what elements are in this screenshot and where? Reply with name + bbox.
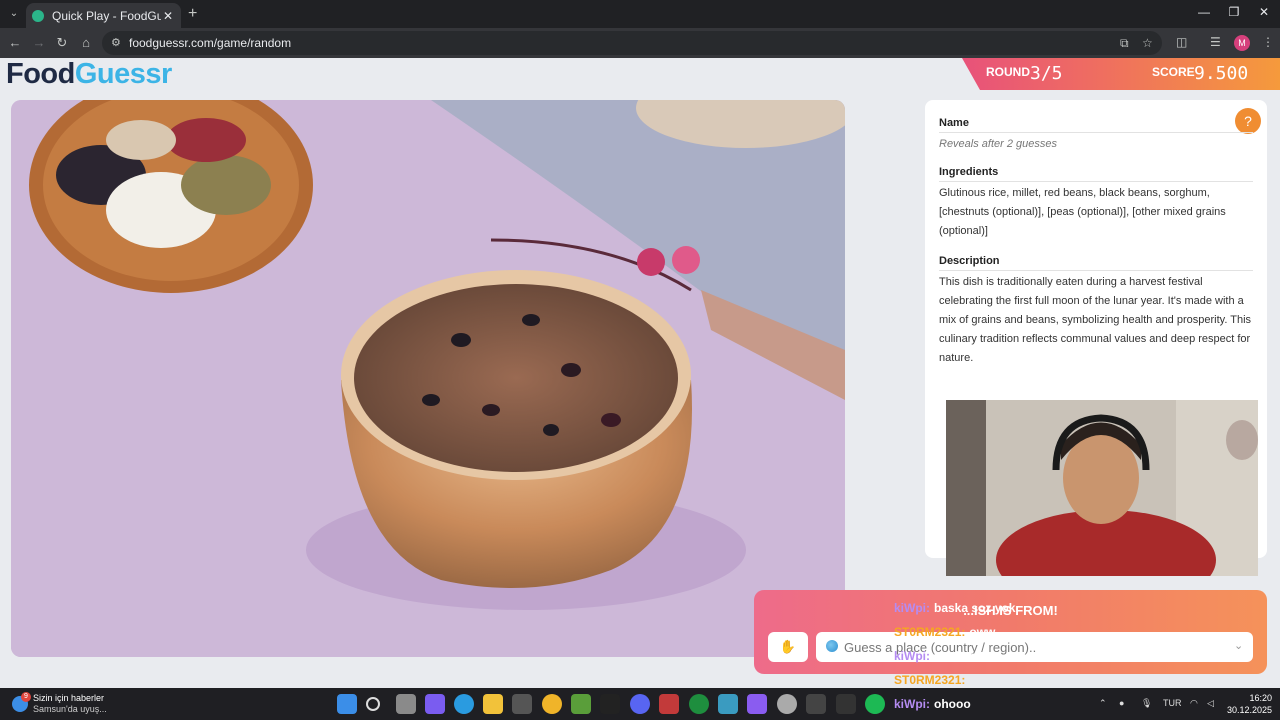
chat-message: kiWpi: israil mi	[894, 649, 979, 663]
site-info-icon[interactable]: ⚙	[111, 36, 121, 49]
help-icon[interactable]: ?	[1235, 108, 1261, 134]
chat-message: kiWpi: baska soz yok	[894, 601, 1015, 615]
news-badge: 9	[21, 692, 31, 702]
obs-icon[interactable]	[806, 694, 826, 714]
food-photo	[11, 100, 845, 657]
page-content: FoodGuessr ROUND 3/5 SCORE 9.500 ? Name …	[0, 58, 1280, 688]
description-divider	[939, 270, 1253, 271]
chat-username: ST0RM2321:	[894, 673, 966, 687]
menu-kebab-icon[interactable]: ⋮	[1262, 35, 1274, 49]
copilot-icon[interactable]	[425, 694, 445, 714]
name-title: Name	[939, 117, 969, 129]
foodguessr-favicon-icon	[32, 9, 44, 22]
guess-place-input[interactable]	[816, 632, 1253, 662]
reload-icon[interactable]: ↻	[53, 35, 71, 51]
description-title: Description	[939, 255, 1000, 267]
window-close-icon[interactable]: ✕	[1249, 5, 1279, 19]
chat-message: ST0RM2321:	[894, 673, 969, 687]
score-value: 9.500	[1194, 63, 1249, 84]
discord-icon[interactable]	[630, 694, 650, 714]
browser-tab[interactable]: Quick Play - FoodGuessr | Food ✕	[26, 3, 181, 28]
ingredients-title: Ingredients	[939, 166, 999, 178]
capcut-icon[interactable]	[600, 694, 620, 714]
app-icon[interactable]	[747, 694, 767, 714]
chrome-icon[interactable]	[542, 694, 562, 714]
chat-username: kiWpi:	[894, 697, 930, 711]
app-icon[interactable]	[777, 694, 797, 714]
tab-search-icon[interactable]: ⌄	[6, 6, 22, 22]
forward-icon[interactable]: →	[30, 35, 48, 50]
chat-text: ohooo	[934, 697, 971, 711]
omnibox[interactable]: ⚙ foodguessr.com/game/random ⧉ ☆	[102, 31, 1162, 55]
score-bar: ROUND 3/5 SCORE 9.500	[962, 58, 1280, 90]
tab-close-icon[interactable]: ✕	[161, 9, 175, 23]
round-value: 3/5	[1030, 63, 1063, 84]
description-value: This dish is traditionally eaten during …	[939, 276, 1252, 364]
chat-text: israil mi	[934, 649, 980, 663]
new-tab-icon[interactable]: +	[188, 5, 197, 23]
browser-tab-bar: ⌄ Quick Play - FoodGuessr | Food ✕ + — ❐…	[0, 0, 1280, 28]
address-toolbar: ← → ↻ ⌂ ⚙ foodguessr.com/game/random ⧉ ☆…	[0, 28, 1280, 58]
bookmark-star-icon[interactable]: ☆	[1142, 36, 1153, 50]
guess-hand-button[interactable]: ✋	[768, 632, 808, 662]
spotify-icon[interactable]	[865, 694, 885, 714]
news-title: Sizin için haberler	[33, 693, 105, 703]
search-icon[interactable]	[366, 697, 380, 711]
globe-icon	[826, 640, 838, 652]
tab-title: Quick Play - FoodGuessr | Food	[52, 8, 161, 23]
food-photo-illustration	[11, 100, 845, 657]
foodguessr-logo[interactable]: FoodGuessr	[6, 58, 172, 91]
round-label: ROUND	[986, 65, 1030, 79]
store-icon[interactable]	[512, 694, 532, 714]
restore-icon[interactable]: ❐	[1219, 5, 1249, 19]
chat-text: oww	[969, 625, 996, 639]
ingredients-divider	[939, 181, 1253, 182]
profile-avatar[interactable]: M	[1234, 35, 1250, 51]
chat-text: baska soz yok	[934, 601, 1016, 615]
score-label: SCORE	[1152, 65, 1195, 79]
clock-date: 30.12.2025	[1226, 705, 1272, 715]
name-value: Reveals after 2 guesses	[939, 138, 1058, 150]
file-explorer-icon[interactable]	[483, 694, 503, 714]
streamer-webcam-overlay	[946, 400, 1258, 576]
xbox-icon[interactable]	[689, 694, 709, 714]
app-icon[interactable]	[718, 694, 738, 714]
url-text: foodguessr.com/game/random	[129, 36, 292, 50]
tray-app-icon[interactable]: ●	[1119, 698, 1124, 708]
ingredients-value: Glutinous rice, millet, red beans, black…	[939, 187, 1226, 237]
media-icon[interactable]: ☰	[1210, 35, 1221, 49]
webcam-illustration	[946, 400, 1258, 576]
clock-time: 16:20	[1249, 693, 1272, 703]
news-subtitle: Samsun'da uyuş...	[33, 704, 107, 714]
chat-message: kiWpi: ohooo	[894, 697, 971, 711]
back-icon[interactable]: ←	[6, 35, 24, 50]
start-icon[interactable]	[337, 694, 357, 714]
app-icon[interactable]	[836, 694, 856, 714]
language-indicator[interactable]: TUR	[1163, 698, 1182, 708]
chat-username: ST0RM2321:	[894, 625, 966, 639]
minimize-icon[interactable]: —	[1189, 5, 1219, 19]
logo-part-food: Food	[6, 58, 75, 90]
chat-username: kiWpi:	[894, 649, 930, 663]
logo-part-guessr: Guessr	[74, 58, 172, 90]
volume-icon[interactable]: ◁	[1207, 698, 1214, 709]
extensions-icon[interactable]: ◫	[1176, 35, 1187, 49]
install-app-icon[interactable]: ⧉	[1120, 36, 1129, 51]
chevron-down-icon[interactable]: ⌄	[1234, 639, 1243, 652]
name-divider	[939, 132, 1253, 133]
home-icon[interactable]: ⌂	[77, 35, 95, 50]
chat-message: ST0RM2321: oww	[894, 625, 995, 639]
minecraft-icon[interactable]	[571, 694, 591, 714]
app-icon[interactable]	[659, 694, 679, 714]
wifi-icon[interactable]: ◠	[1190, 698, 1198, 709]
windows-taskbar: 9 Sizin için haberler Samsun'da uyuş... …	[0, 688, 1280, 720]
tray-chevron-icon[interactable]: ⌃	[1099, 698, 1107, 709]
edge-icon[interactable]	[454, 694, 474, 714]
system-clock[interactable]: 16:20 30.12.2025	[1226, 692, 1272, 716]
microphone-icon[interactable]: 🎙	[1141, 698, 1152, 709]
chat-username: kiWpi:	[894, 601, 930, 615]
task-view-icon[interactable]	[396, 694, 416, 714]
